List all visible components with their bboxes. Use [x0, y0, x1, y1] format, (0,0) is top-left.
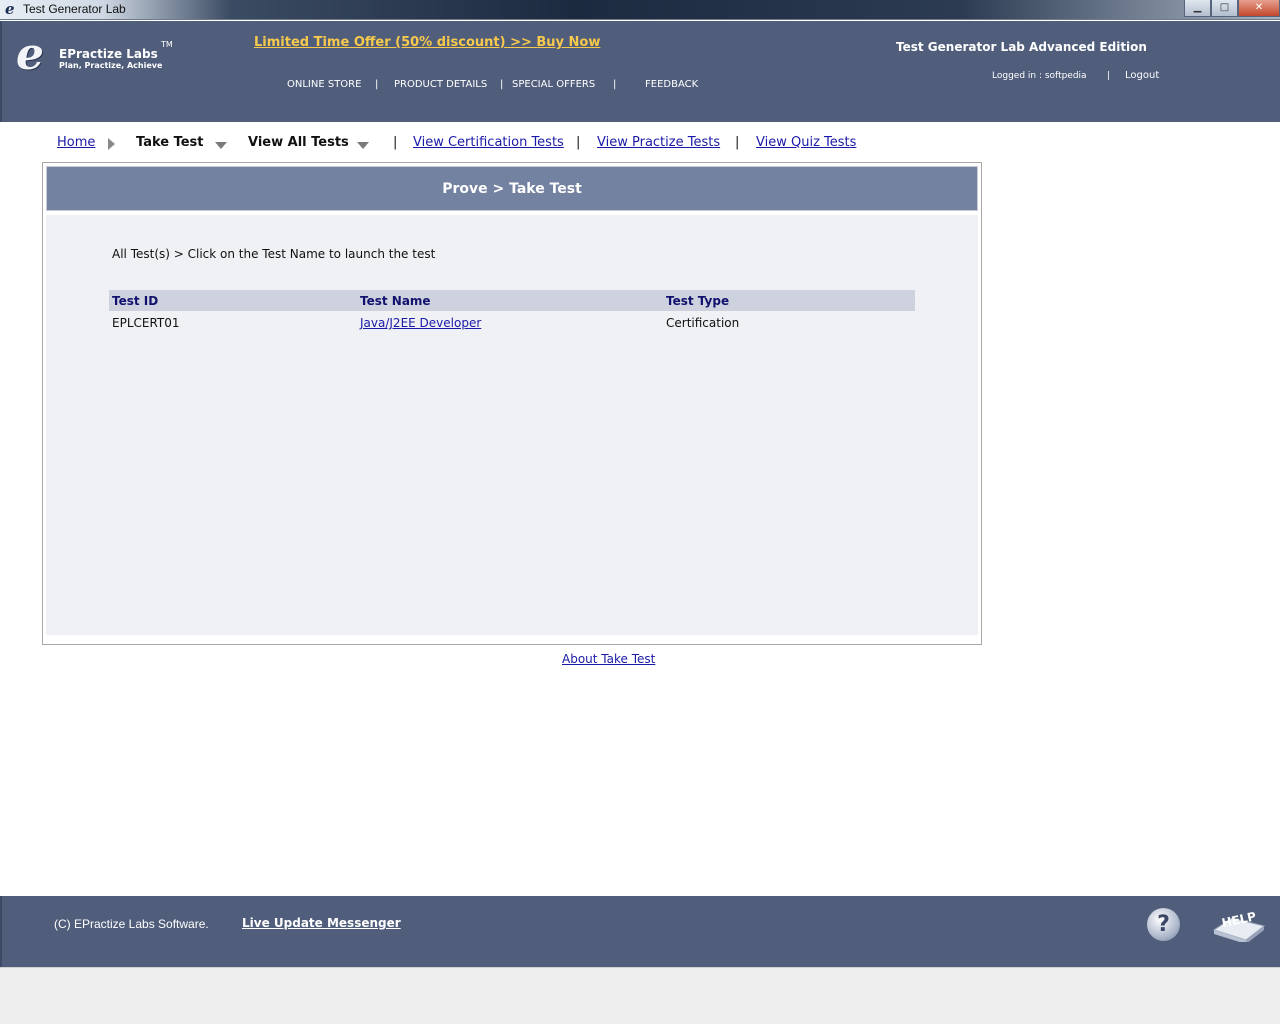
view-quiz-tests-link[interactable]: View Quiz Tests — [756, 135, 856, 150]
instruction-text: All Test(s) > Click on the Test Name to … — [112, 247, 436, 261]
view-certification-tests-link[interactable]: View Certification Tests — [413, 135, 564, 150]
minimize-button[interactable]: ▁ — [1184, 0, 1211, 17]
nav-separator: | — [393, 135, 398, 150]
take-test-menu[interactable]: Take Test — [136, 135, 204, 150]
window-titlebar: e Test Generator Lab ▁ □ ✕ — [0, 0, 1280, 20]
maximize-button[interactable]: □ — [1211, 0, 1238, 17]
column-test-name: Test Name — [360, 294, 431, 308]
chevron-down-icon[interactable] — [357, 142, 369, 149]
table-header: Test ID Test Name Test Type — [109, 290, 915, 311]
logo-icon: e — [16, 29, 44, 80]
table-row: EPLCERT01 Java/J2EE Developer Certificat… — [109, 311, 915, 333]
about-take-test-link[interactable]: About Take Test — [562, 652, 655, 666]
window-controls: ▁ □ ✕ — [1184, 0, 1280, 18]
nav-separator: | — [735, 135, 740, 150]
chevron-down-icon[interactable] — [215, 142, 227, 149]
logo-trademark: TM — [161, 40, 173, 49]
edition-title: Test Generator Lab Advanced Edition — [896, 40, 1147, 54]
panel-body: All Test(s) > Click on the Test Name to … — [46, 215, 978, 635]
status-strip — [0, 967, 1280, 1024]
logged-in-status: Logged in : softpedia — [992, 71, 1087, 81]
app-icon: e — [5, 0, 15, 18]
home-link[interactable]: Home — [57, 135, 95, 150]
breadcrumb-nav: Home Take Test View All Tests | View Cer… — [0, 135, 1000, 155]
nav-separator: | — [613, 79, 617, 90]
app-footer: (C) EPractize Labs Software. Live Update… — [0, 896, 1280, 967]
nav-separator: | — [375, 79, 379, 90]
column-test-type: Test Type — [666, 294, 730, 308]
tests-table: Test ID Test Name Test Type EPLCERT01 Ja… — [109, 290, 915, 333]
logo-tagline: Plan, Practize, Achieve — [59, 61, 163, 70]
chevron-right-icon — [108, 138, 115, 150]
copyright-text: (C) EPractize Labs Software. — [54, 917, 209, 931]
app-header: e EPractize Labs TM Plan, Practize, Achi… — [0, 21, 1280, 122]
test-type-cell: Certification — [666, 316, 740, 330]
header-separator: | — [1107, 71, 1111, 81]
help-book-icon[interactable]: HELP — [1212, 910, 1266, 942]
question-help-icon[interactable]: ? — [1147, 908, 1180, 941]
panel-header: Prove > Take Test — [46, 166, 978, 211]
column-test-id: Test ID — [112, 294, 159, 308]
buy-now-offer-link[interactable]: Limited Time Offer (50% discount) >> Buy… — [254, 35, 600, 50]
panel-title: Prove > Take Test — [442, 181, 582, 197]
logo-name: EPractize Labs — [59, 47, 158, 61]
close-button[interactable]: ✕ — [1238, 0, 1280, 17]
nav-separator: | — [576, 135, 581, 150]
nav-special-offers[interactable]: SPECIAL OFFERS — [512, 79, 595, 90]
nav-feedback[interactable]: FEEDBACK — [645, 79, 698, 90]
window-title: Test Generator Lab — [23, 2, 126, 16]
take-test-panel: Prove > Take Test All Test(s) > Click on… — [42, 162, 982, 645]
test-id-cell: EPLCERT01 — [112, 316, 180, 330]
logout-link[interactable]: Logout — [1125, 70, 1159, 81]
nav-online-store[interactable]: ONLINE STORE — [287, 79, 361, 90]
live-update-messenger-link[interactable]: Live Update Messenger — [242, 916, 401, 930]
nav-product-details[interactable]: PRODUCT DETAILS — [394, 79, 487, 90]
test-name-link[interactable]: Java/J2EE Developer — [360, 316, 481, 330]
view-all-tests-menu[interactable]: View All Tests — [248, 135, 349, 150]
view-practize-tests-link[interactable]: View Practize Tests — [597, 135, 720, 150]
nav-separator: | — [500, 79, 504, 90]
